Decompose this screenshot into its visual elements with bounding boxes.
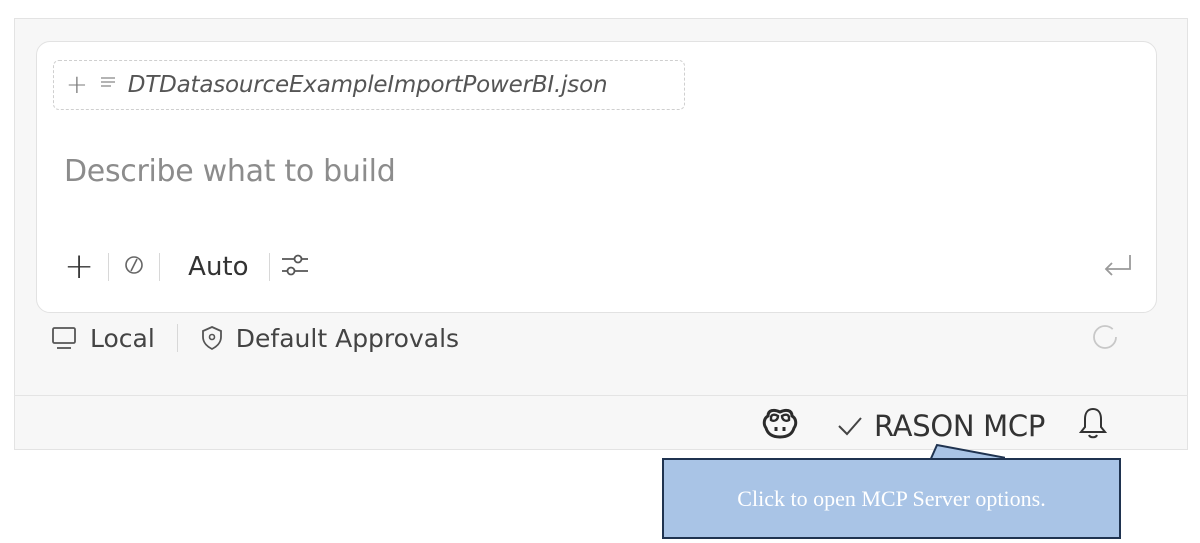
chat-panel-content: + DTDatasourceExampleImportPowerBI.json … [14,18,1188,450]
check-icon [838,417,862,436]
mcp-server-label: RASON MCP [874,409,1046,443]
monitor-icon [52,327,76,349]
footer-separator [176,324,178,352]
location-label: Local [90,323,155,353]
file-lines-icon [100,75,116,95]
composer[interactable]: + DTDatasourceExampleImportPowerBI.json … [36,41,1157,313]
mode-selector[interactable]: Auto [188,252,248,282]
add-context-button[interactable]: + [64,249,94,285]
shield-icon [201,326,222,351]
bell-icon[interactable] [1078,406,1108,447]
plus-icon[interactable]: + [66,70,88,100]
tools-icon[interactable] [123,254,145,280]
prompt-input[interactable]: Describe what to build [64,154,396,189]
attachment-filename[interactable]: DTDatasourceExampleImportPowerBI.json [128,72,608,98]
settings-sliders-icon[interactable] [280,250,310,284]
toolbar-separator [108,253,110,281]
enter-icon[interactable] [1100,251,1134,285]
composer-toolbar: + Auto [64,247,1134,287]
callout-tooltip: Click to open MCP Server options. [662,458,1121,539]
copilot-icon[interactable] [760,406,800,447]
toolbar-separator [159,253,161,281]
session-footer: Local Default Approvals [50,318,1120,358]
spinner-icon [1090,322,1120,358]
approvals-label: Default Approvals [235,323,460,353]
approvals-selector[interactable]: Default Approvals [200,324,459,353]
toolbar-separator [268,253,270,281]
location-selector[interactable]: Local [50,324,155,353]
callout-text: Click to open MCP Server options. [737,485,1046,511]
mcp-server-status[interactable]: RASON MCP [836,409,1045,443]
status-bar: RASON MCP [760,404,1108,448]
status-divider [14,395,1188,396]
attachment-chip[interactable]: + DTDatasourceExampleImportPowerBI.json [53,60,685,110]
